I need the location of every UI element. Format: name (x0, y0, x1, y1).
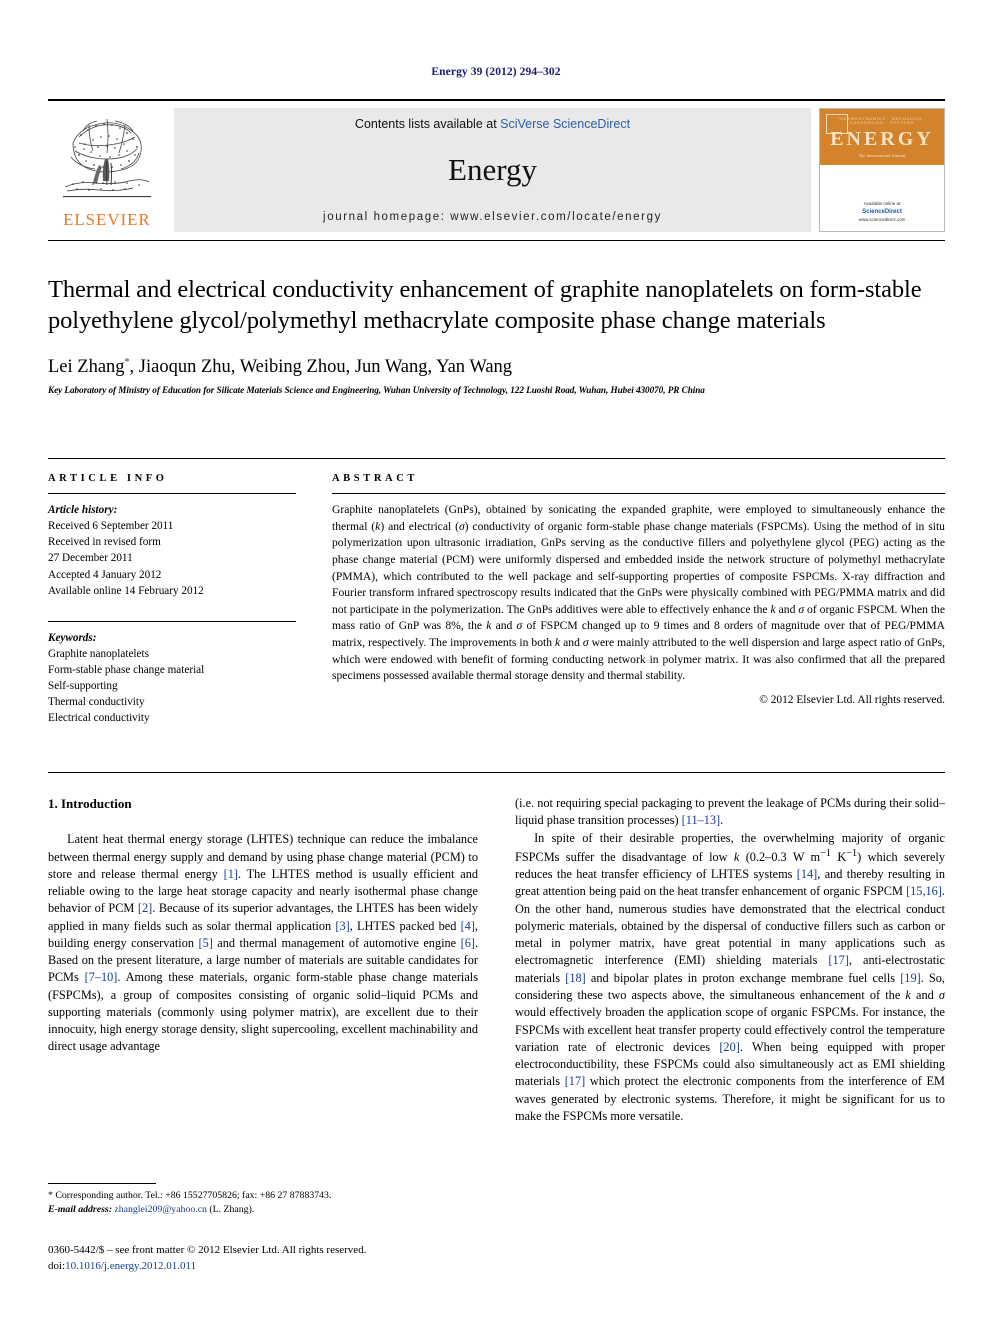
journal-title: Energy (448, 151, 537, 187)
doi-link[interactable]: 10.1016/j.energy.2012.01.011 (65, 1260, 196, 1272)
page-title: Thermal and electrical conductivity enha… (48, 276, 922, 335)
email-note: E-mail address: zhanglei209@yahoo.cn (L.… (48, 1203, 478, 1217)
sciencedirect-link[interactable]: SciVerse ScienceDirect (500, 117, 630, 131)
abstract-label: ABSTRACT (332, 473, 418, 484)
doi-line: doi:10.1016/j.energy.2012.01.011 (48, 1259, 478, 1275)
cover-title: ENERGY (830, 128, 934, 151)
elsevier-tree-icon (63, 118, 151, 198)
journal-masthead: ELSEVIER Contents lists available at Sci… (48, 99, 945, 232)
journal-banner: Contents lists available at SciVerse Sci… (174, 108, 811, 232)
cover-sd-wordmark: ScienceDirect (862, 209, 902, 216)
issn-line: 0360-5442/$ – see front matter © 2012 El… (48, 1244, 367, 1256)
affiliation: Key Laboratory of Ministry of Education … (48, 385, 705, 396)
email-link[interactable]: zhanglei209@yahoo.cn (114, 1204, 207, 1215)
body-paragraph: In spite of their desirable properties, … (515, 830, 945, 1123)
elsevier-logo: ELSEVIER (48, 108, 166, 232)
email-label: E-mail address: (48, 1204, 112, 1216)
keyword-item: Graphite nanoplatelets (48, 647, 149, 660)
history-item: Available online 14 February 2012 (48, 584, 204, 597)
body-column-right: (i.e. not requiring special packaging to… (515, 795, 945, 1125)
article-history-group: Article history: Received 6 September 20… (48, 502, 296, 599)
cover-top-band: THERMODYNAMICS · MECHANICS · CONVERSION … (820, 109, 944, 166)
history-item: 27 December 2011 (48, 552, 133, 565)
keywords-heading: Keywords: (48, 631, 97, 644)
abstract-rule (332, 493, 945, 494)
info-abstract-section: ARTICLE INFO Article history: Received 6… (48, 458, 945, 727)
contents-prefix: Contents lists available at (354, 117, 501, 131)
abstract-copyright: © 2012 Elsevier Ltd. All rights reserved… (759, 693, 945, 706)
history-item: Accepted 4 January 2012 (48, 568, 162, 581)
abstract-text: Graphite nanoplatelets (GnPs), obtained … (332, 503, 945, 683)
author-names: Lei Zhang*, Jiaoqun Zhu, Weibing Zhou, J… (48, 357, 513, 378)
cover-sd-small: Available online at (863, 201, 901, 207)
article-page: Energy 39 (2012) 294–302 ELSEVIER Conten… (0, 0, 992, 1323)
body-column-left: 1. Introduction Latent heat thermal ener… (48, 795, 478, 1125)
footnote-rule (48, 1183, 156, 1184)
article-info-rule (48, 493, 296, 494)
contents-line: Contents lists available at SciVerse Sci… (355, 117, 630, 131)
journal-cover-thumbnail: THERMODYNAMICS · MECHANICS · CONVERSION … (819, 108, 945, 232)
article-history-heading: Article history: (48, 504, 118, 516)
keywords-rule (48, 620, 296, 622)
cover-subtitle: The International Journal (858, 153, 906, 159)
footnote-block: * Corresponding author. Tel.: +86 155277… (48, 1183, 478, 1217)
article-body: 1. Introduction Latent heat thermal ener… (48, 772, 945, 1125)
issn-doi-block: 0360-5442/$ – see front matter © 2012 El… (48, 1243, 478, 1275)
keyword-item: Form-stable phase change material (48, 664, 205, 676)
body-paragraph: (i.e. not requiring special packaging to… (515, 796, 945, 828)
section-heading-introduction: 1. Introduction (48, 796, 132, 811)
elsevier-wordmark: ELSEVIER (63, 210, 151, 229)
history-item: Received 6 September 2011 (48, 520, 174, 533)
doi-label: doi: (48, 1259, 66, 1272)
article-info-label: ARTICLE INFO (48, 473, 168, 484)
running-head: Energy 39 (2012) 294–302 (431, 66, 561, 78)
article-info-column: ARTICLE INFO Article history: Received 6… (48, 473, 296, 727)
email-owner: (L. Zhang). (209, 1204, 255, 1216)
title-block: Thermal and electrical conductivity enha… (48, 240, 945, 395)
history-item: Received in revised form (48, 536, 161, 549)
journal-homepage[interactable]: journal homepage: www.elsevier.com/locat… (323, 211, 662, 223)
cover-top-labels: THERMODYNAMICS · MECHANICS · CONVERSION … (837, 117, 927, 125)
keyword-item: Electrical conductivity (48, 712, 150, 725)
abstract-column: ABSTRACT Graphite nanoplatelets (GnPs), … (332, 473, 945, 727)
author-list: Lei Zhang*, Jiaoqun Zhu, Weibing Zhou, J… (48, 357, 945, 378)
keyword-item: Thermal conductivity (48, 696, 145, 709)
corresponding-author-note: * Corresponding author. Tel.: +86 155277… (48, 1190, 332, 1201)
body-paragraph: Latent heat thermal energy storage (LHTE… (48, 832, 479, 1054)
cover-bottom-band: Available online at ScienceDirect www.sc… (820, 165, 944, 231)
keyword-item: Self-supporting (48, 680, 118, 693)
cover-sd-url: www.sciencedirect.com (858, 217, 906, 223)
cover-sciencedirect-block: Available online at ScienceDirect www.sc… (820, 201, 944, 224)
keywords-group: Keywords: Graphite nanoplatelets Form-st… (48, 630, 296, 727)
